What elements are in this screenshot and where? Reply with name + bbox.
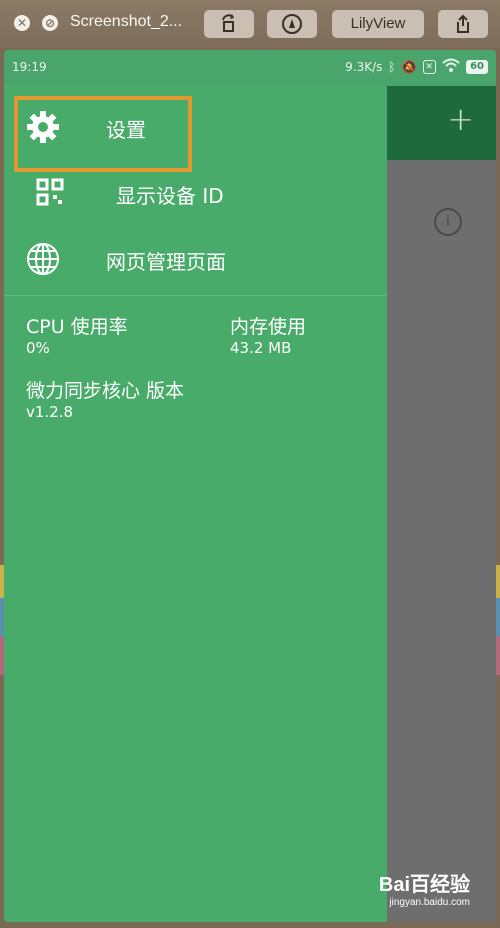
- menu-label-web-admin: 网页管理页面: [106, 250, 226, 274]
- background-app-bar: +: [387, 86, 496, 160]
- watermark-sub: jingyan.baidu.com: [389, 897, 470, 908]
- markup-button[interactable]: [267, 10, 317, 38]
- menu-item-device-id[interactable]: 显示设备 ID: [4, 160, 387, 226]
- right-edge-marks: [496, 565, 500, 675]
- rotate-button[interactable]: [204, 10, 254, 38]
- watermark-main: Bai百经验: [378, 874, 470, 896]
- plus-icon[interactable]: +: [447, 100, 474, 138]
- cpu-usage-label: CPU 使用率: [26, 316, 128, 338]
- lilyview-button[interactable]: LilyView: [332, 10, 424, 38]
- memory-usage-label: 内存使用: [230, 316, 307, 338]
- rotate-icon: [222, 14, 234, 32]
- info-icon[interactable]: i: [434, 208, 462, 236]
- core-version-label: 微力同步核心 版本: [26, 380, 185, 402]
- menu-label-device-id: 显示设备 ID: [116, 184, 224, 208]
- cpu-usage-value: 0%: [26, 339, 50, 357]
- window-title: Screenshot_2...: [70, 13, 183, 30]
- network-speed: 9.3K/s: [345, 59, 383, 74]
- wifi-icon: [442, 58, 460, 75]
- battery-indicator: 60: [466, 59, 488, 74]
- bluetooth-icon: ᛒ: [388, 59, 396, 74]
- status-time: 19:19: [12, 60, 47, 74]
- markup-pen-icon: [282, 14, 302, 34]
- mute-bell-icon: 🔕: [401, 59, 417, 74]
- share-button[interactable]: [438, 10, 488, 38]
- sim-icon: ✕: [422, 59, 437, 74]
- status-bar: 19:19 9.3K/s ᛒ 🔕 ✕ 60: [4, 50, 496, 86]
- stop-icon[interactable]: ⊘: [42, 15, 58, 31]
- qr-code-icon: [36, 178, 64, 206]
- close-icon[interactable]: ✕: [14, 15, 30, 31]
- core-version-value: v1.2.8: [26, 403, 74, 421]
- menu-item-web-admin[interactable]: 网页管理页面: [4, 226, 387, 292]
- memory-usage-value: 43.2 MB: [230, 339, 292, 357]
- share-icon: [457, 14, 469, 33]
- left-edge-marks: [0, 565, 4, 675]
- drawer-divider: [4, 295, 387, 296]
- navigation-drawer: 设置 显示设备 ID 网页管理页面 CPU 使用率 0% 内存使用 43.2 M…: [4, 86, 387, 922]
- window-titlebar: ✕ ⊘ Screenshot_2... LilyView: [0, 0, 500, 48]
- globe-icon: [27, 243, 59, 275]
- phone-screen: 19:19 9.3K/s ᛒ 🔕 ✕ 60 + i 设置 显示设备 ID 网页管…: [4, 50, 496, 922]
- baidu-watermark: Bai百经验 jingyan.baidu.com: [379, 868, 470, 908]
